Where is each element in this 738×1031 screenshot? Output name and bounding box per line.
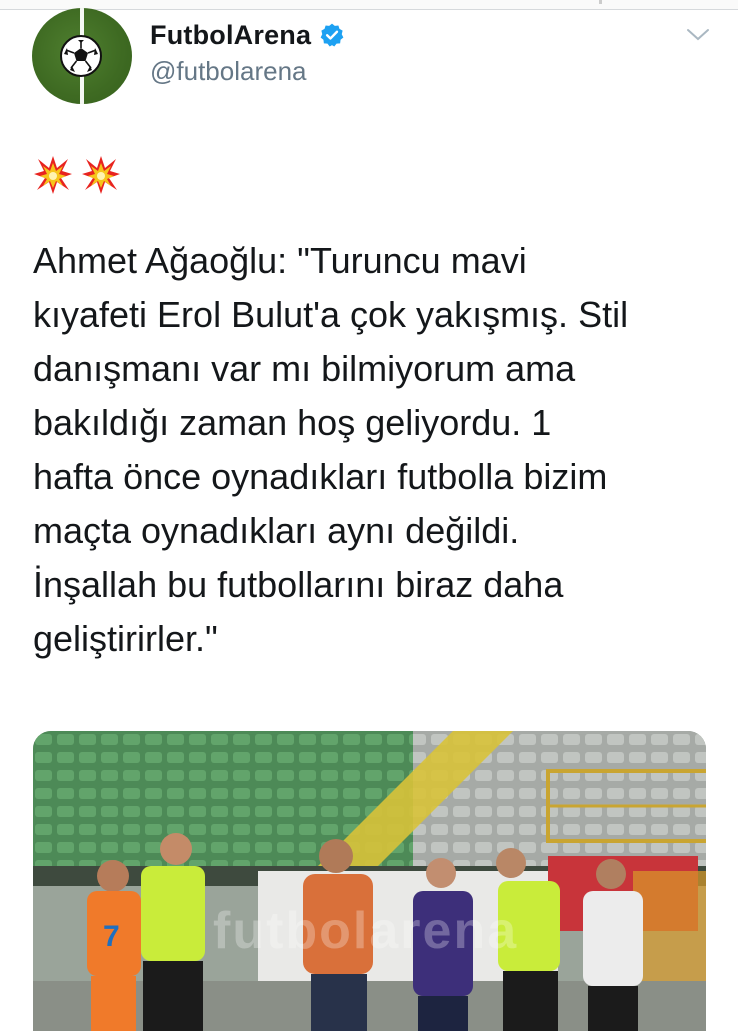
tweet-photo[interactable]: 7 futbolarena	[33, 731, 706, 1031]
photo-watermark: futbolarena	[213, 902, 519, 960]
author-name-row[interactable]: FutbolArena	[150, 16, 345, 54]
tweet-text: Ahmet Ağaoğlu: "Turuncu mavi kıyafeti Er…	[33, 240, 629, 659]
verified-badge-icon	[320, 23, 344, 47]
display-name[interactable]: FutbolArena	[150, 20, 311, 51]
collision-icon	[34, 156, 72, 194]
svg-text:7: 7	[103, 920, 120, 953]
chevron-down-icon[interactable]	[686, 26, 710, 44]
collision-icon	[82, 156, 120, 194]
avatar[interactable]	[32, 8, 132, 104]
top-divider	[0, 0, 738, 10]
user-handle[interactable]: @futbolarena	[150, 56, 307, 87]
stadium-photo: 7	[33, 731, 706, 1031]
soccer-ball-icon	[60, 35, 102, 77]
emoji-row	[33, 155, 121, 195]
